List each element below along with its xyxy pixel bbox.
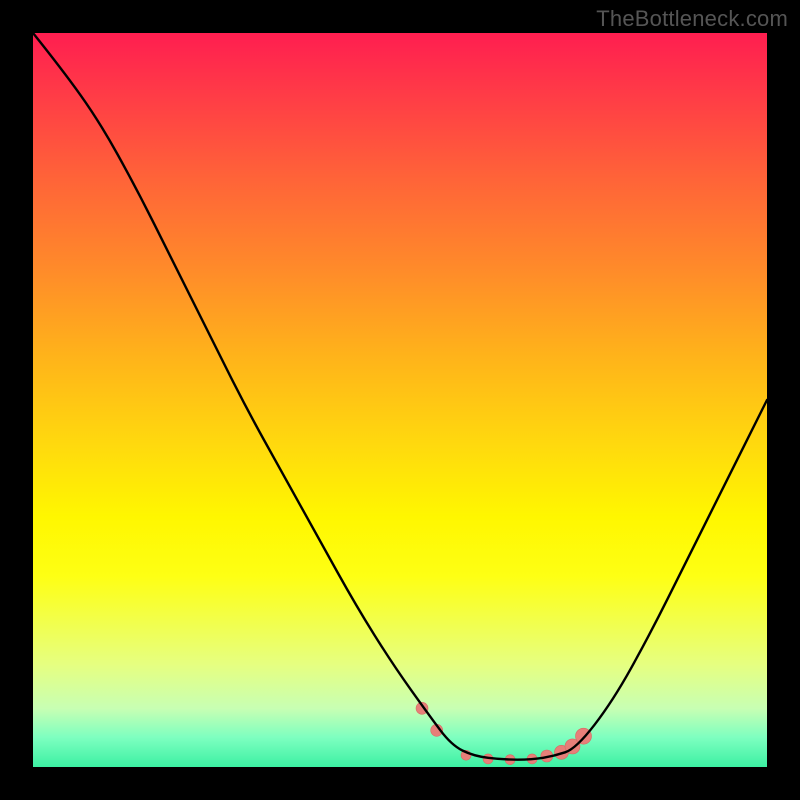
bottleneck-curve — [33, 33, 767, 760]
watermark-text: TheBottleneck.com — [596, 6, 788, 32]
chart-plot-area — [33, 33, 767, 767]
chart-svg — [33, 33, 767, 767]
